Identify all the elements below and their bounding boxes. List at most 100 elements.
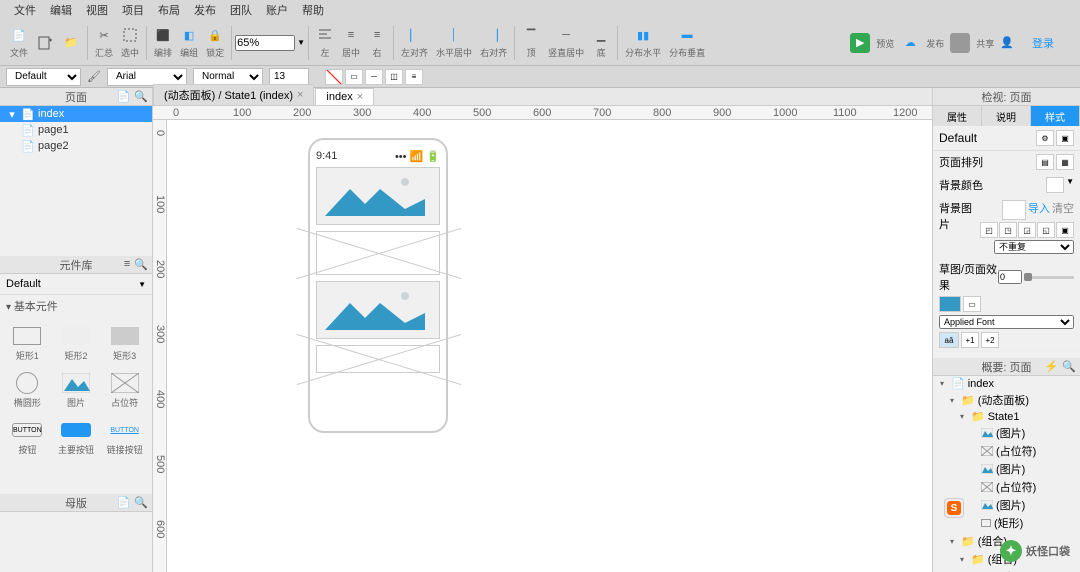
tb-align-left[interactable]: 左 (312, 20, 338, 65)
inspector-tab-notes[interactable]: 说明 (982, 106, 1031, 126)
fill-color-btn[interactable] (325, 69, 343, 85)
menu-layout[interactable]: 布局 (152, 0, 186, 20)
text-align-btn[interactable]: ≡ (405, 69, 423, 85)
style-gear-icon[interactable]: ⚙ (1036, 130, 1054, 146)
pages-add-icon[interactable]: 📄 (117, 90, 131, 103)
style-default-select[interactable]: Default (6, 68, 81, 86)
component-item[interactable]: 矩形2 (53, 321, 100, 366)
import-link[interactable]: 导入 (1028, 200, 1050, 220)
font-size-input[interactable] (269, 68, 309, 86)
master-search-icon[interactable]: 🔍 (134, 496, 148, 509)
clear-link[interactable]: 清空 (1052, 200, 1074, 220)
outline-search-icon[interactable]: 🔍 (1062, 360, 1076, 373)
tb-obj-align-hcenter[interactable]: │水平居中 (432, 20, 476, 65)
library-selector[interactable]: Default ▼ (0, 274, 152, 295)
outline-item[interactable]: (图片) (933, 460, 1080, 478)
align-ml[interactable]: ◱ (1037, 222, 1055, 238)
image-widget[interactable] (316, 281, 440, 339)
tb-group-toggle[interactable]: ⬛编排 (150, 20, 176, 65)
menu-view[interactable]: 视图 (80, 0, 114, 20)
align-tc[interactable]: ◳ (999, 222, 1017, 238)
sketch-value-input[interactable] (998, 270, 1022, 284)
font-plus1[interactable]: +1 (961, 332, 979, 348)
sketch-slider[interactable] (1024, 276, 1074, 279)
page-tree-item[interactable]: 📄page2 (0, 138, 152, 154)
outline-filter-icon[interactable]: ⚡ (1045, 360, 1059, 373)
tb-cut[interactable]: ✂汇总 (91, 20, 117, 65)
menu-publish[interactable]: 发布 (188, 0, 222, 20)
applied-font-select[interactable]: Applied Font (939, 315, 1074, 329)
phone-mockup[interactable]: 9:41••• 📶 🔋 (308, 138, 448, 433)
master-add-icon[interactable]: 📄 (117, 496, 131, 509)
outline-item[interactable]: ▾📄index (933, 376, 1080, 391)
outline-item[interactable]: (占位符) (933, 442, 1080, 460)
component-item[interactable]: 矩形1 (4, 321, 51, 366)
component-item[interactable]: 主要按钮 (53, 415, 100, 460)
line-width-btn[interactable]: ─ (365, 69, 383, 85)
component-item[interactable]: 图片 (53, 368, 100, 413)
tb-obj-align-bottom[interactable]: ▁底 (588, 20, 614, 65)
inspector-tab-style[interactable]: 样式 (1031, 106, 1080, 126)
component-item[interactable]: BUTTON按钮 (4, 415, 51, 460)
tb-obj-align-right[interactable]: ▕右对齐 (476, 20, 511, 65)
tb-obj-align-left[interactable]: ▏左对齐 (397, 20, 432, 65)
components-menu-icon[interactable]: ≡ (124, 258, 130, 271)
tb-open[interactable]: 📁 (58, 20, 84, 65)
menu-help[interactable]: 帮助 (296, 0, 330, 20)
share-icon[interactable] (950, 33, 970, 53)
outline-item[interactable]: ▫(图片) (933, 568, 1080, 572)
placeholder-widget[interactable] (316, 345, 440, 373)
weight-select[interactable]: Normal (193, 68, 263, 86)
repeat-select[interactable]: 不重复 (994, 240, 1074, 254)
inspector-tab-props[interactable]: 属性 (933, 106, 982, 126)
tb-dist-v[interactable]: ▬分布垂直 (665, 20, 709, 65)
image-widget[interactable] (316, 167, 440, 225)
component-item[interactable]: 占位符 (101, 368, 148, 413)
tb-obj-align-top[interactable]: ▔顶 (518, 20, 544, 65)
tb-align-center[interactable]: ≡居中 (338, 20, 364, 65)
font-select[interactable]: Arial (107, 68, 187, 86)
bgcolor-swatch[interactable] (1046, 177, 1064, 193)
menu-file[interactable]: 文件 (8, 0, 42, 20)
zoom-dropdown-icon[interactable]: ▼ (297, 38, 305, 47)
outline-item[interactable]: (图片) (933, 424, 1080, 442)
pages-search-icon[interactable]: 🔍 (134, 90, 148, 103)
zoom-input[interactable] (235, 35, 295, 51)
tb-select[interactable]: 选中 (117, 20, 143, 65)
components-search-icon[interactable]: 🔍 (134, 258, 148, 271)
sketch-color2[interactable]: ▭ (963, 296, 981, 312)
paint-icon[interactable]: 🖌 (87, 70, 101, 83)
border-color-btn[interactable]: ▭ (345, 69, 363, 85)
menu-team[interactable]: 团队 (224, 0, 258, 20)
design-canvas[interactable]: 0100200300400500600 9:41••• 📶 🔋 (153, 120, 932, 572)
align-mc[interactable]: ▣ (1056, 222, 1074, 238)
editor-tab[interactable]: index× (315, 88, 374, 105)
outline-item[interactable]: ▾📁(动态面板) (933, 391, 1080, 409)
tb-lock[interactable]: 🔒锁定 (202, 20, 228, 65)
sketch-color1[interactable] (939, 296, 961, 312)
tb-dist-h[interactable]: ▮▮分布水平 (621, 20, 665, 65)
menu-edit[interactable]: 编辑 (44, 0, 78, 20)
outline-item[interactable]: (占位符) (933, 478, 1080, 496)
tb-align-right[interactable]: ≡右 (364, 20, 390, 65)
cloud-upload-icon[interactable]: ☁ (900, 33, 920, 53)
menu-project[interactable]: 项目 (116, 0, 150, 20)
style-close-icon[interactable]: ▣ (1056, 130, 1074, 146)
tb-obj-align-vcenter[interactable]: ─竖直居中 (544, 20, 588, 65)
align-center-btn[interactable]: ▦ (1056, 154, 1074, 170)
tb-ungroup[interactable]: ◧编组 (176, 20, 202, 65)
tb-new-page[interactable] (32, 20, 58, 65)
placeholder-widget[interactable] (316, 231, 440, 275)
shadow-btn[interactable]: ◫ (385, 69, 403, 85)
preview-icon[interactable]: ▶ (850, 33, 870, 53)
font-plus2[interactable]: +2 (981, 332, 999, 348)
close-icon[interactable]: × (357, 91, 363, 103)
menu-account[interactable]: 账户 (260, 0, 294, 20)
align-tr[interactable]: ◲ (1018, 222, 1036, 238)
bgimage-preview[interactable] (1002, 200, 1026, 220)
component-item[interactable]: 矩形3 (101, 321, 148, 366)
font-effect-a[interactable]: aǎ (939, 332, 959, 348)
editor-tab[interactable]: (动态面板) / State1 (index)× (153, 84, 314, 105)
login-link[interactable]: 登录 (1032, 35, 1054, 51)
align-left-btn[interactable]: ▤ (1036, 154, 1054, 170)
